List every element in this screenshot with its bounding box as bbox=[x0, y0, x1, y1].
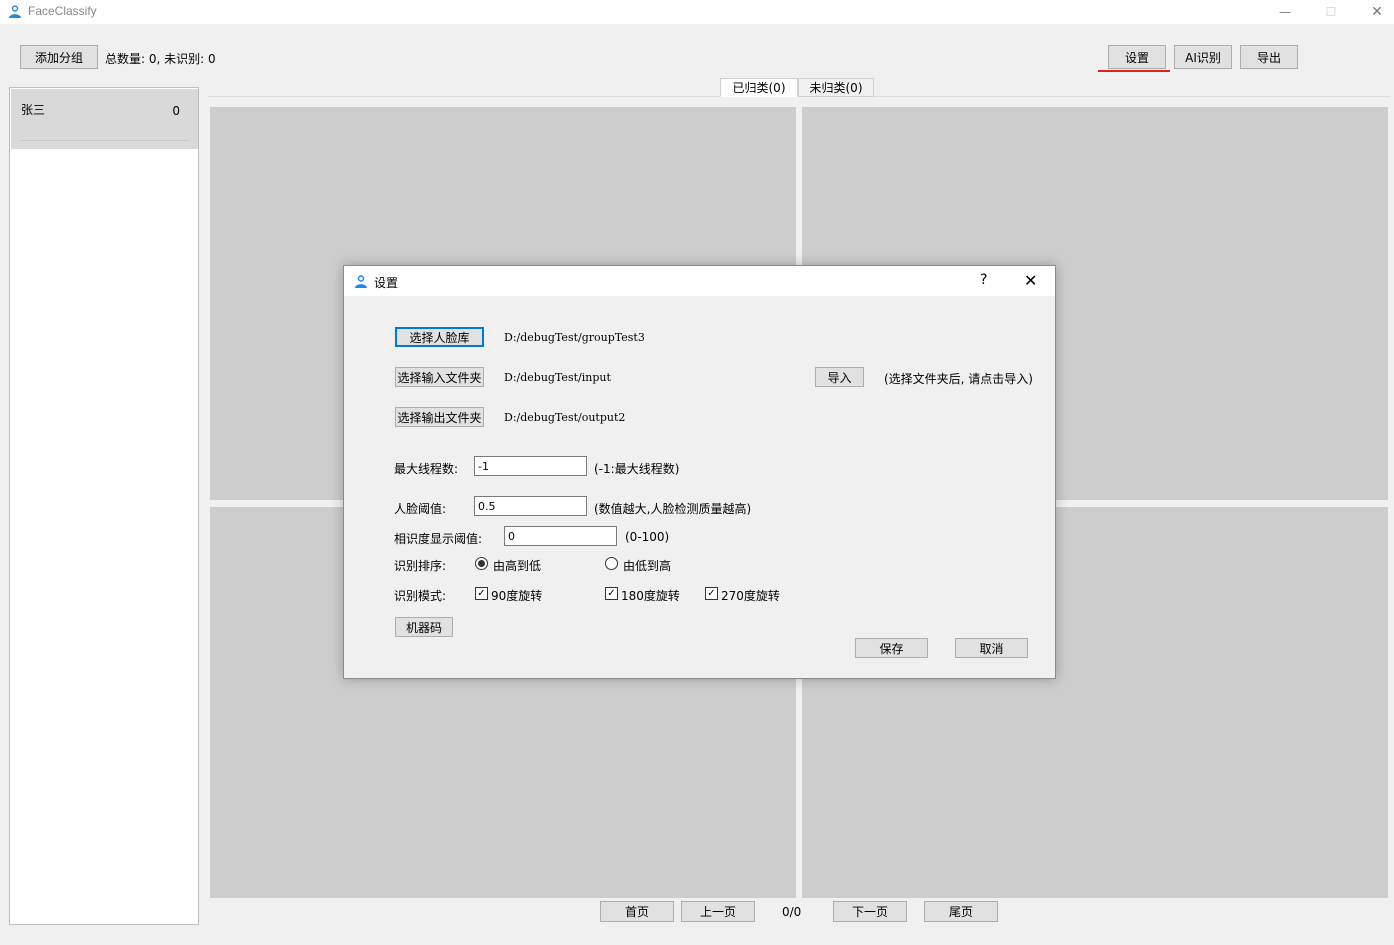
group-divider bbox=[21, 140, 189, 141]
cancel-button[interactable]: 取消 bbox=[955, 638, 1028, 658]
dialog-titlebar: 设置 ? ✕ bbox=[344, 266, 1055, 296]
next-page-button[interactable]: 下一页 bbox=[833, 901, 907, 922]
tab-unclassified[interactable]: 未归类(0) bbox=[798, 78, 874, 97]
rotate-270-label: 270度旋转 bbox=[721, 589, 780, 603]
select-output-folder-button[interactable]: 选择输出文件夹 bbox=[395, 407, 484, 427]
group-count: 0 bbox=[172, 104, 180, 118]
minimize-button[interactable]: — bbox=[1262, 0, 1308, 24]
output-folder-path: D:/debugTest/output2 bbox=[504, 411, 626, 424]
import-hint: (选择文件夹后, 请点击导入) bbox=[884, 372, 1033, 386]
close-button[interactable]: ✕ bbox=[1354, 0, 1394, 24]
sort-asc-radio[interactable] bbox=[605, 557, 618, 570]
sidebar-item-group[interactable]: 张三 0 bbox=[11, 89, 198, 149]
help-button[interactable]: ? bbox=[980, 272, 987, 288]
close-icon: ✕ bbox=[1371, 4, 1383, 20]
similarity-threshold-input[interactable] bbox=[504, 526, 617, 546]
last-page-button[interactable]: 尾页 bbox=[924, 901, 998, 922]
sort-asc-label: 由低到高 bbox=[623, 559, 672, 573]
face-threshold-hint: (数值越大,人脸检测质量越高) bbox=[594, 502, 752, 516]
settings-button[interactable]: 设置 bbox=[1108, 45, 1166, 69]
tab-classified[interactable]: 已归类(0) bbox=[720, 78, 798, 97]
face-db-path: D:/debugTest/groupTest3 bbox=[504, 331, 645, 344]
rotate-90-label: 90度旋转 bbox=[491, 589, 543, 603]
prev-page-button[interactable]: 上一页 bbox=[681, 901, 755, 922]
page-indicator: 0/0 bbox=[782, 905, 802, 919]
rotate-90-checkbox[interactable]: ✓ bbox=[475, 587, 488, 600]
maximize-icon: ☐ bbox=[1325, 5, 1337, 19]
machine-code-button[interactable]: 机器码 bbox=[395, 617, 453, 637]
face-threshold-label: 人脸阈值: bbox=[394, 502, 447, 516]
window-title: FaceClassify bbox=[28, 4, 97, 18]
input-folder-path: D:/debugTest/input bbox=[504, 371, 611, 384]
dialog-user-icon bbox=[355, 275, 367, 288]
similarity-threshold-hint: (0-100) bbox=[625, 530, 670, 544]
settings-dialog: 设置 ? ✕ 选择人脸库 D:/debugTest/groupTest3 选择输… bbox=[343, 265, 1056, 679]
settings-underline bbox=[1098, 70, 1170, 72]
dialog-close-button[interactable]: ✕ bbox=[1024, 271, 1037, 290]
mode-label: 识别模式: bbox=[394, 589, 447, 603]
group-sidebar: 张三 0 bbox=[9, 87, 199, 925]
rotate-180-checkbox[interactable]: ✓ bbox=[605, 587, 618, 600]
first-page-button[interactable]: 首页 bbox=[600, 901, 674, 922]
stats-label: 总数量: 0, 未识别: 0 bbox=[105, 52, 216, 66]
max-threads-label: 最大线程数: bbox=[394, 462, 459, 476]
ai-recognize-button[interactable]: AI识别 bbox=[1174, 45, 1232, 69]
export-button[interactable]: 导出 bbox=[1240, 45, 1298, 69]
dialog-title: 设置 bbox=[374, 276, 399, 290]
max-threads-input[interactable] bbox=[474, 456, 587, 476]
select-input-folder-button[interactable]: 选择输入文件夹 bbox=[395, 367, 484, 387]
sort-label: 识别排序: bbox=[394, 559, 447, 573]
sort-desc-label: 由高到低 bbox=[493, 559, 542, 573]
rotate-180-label: 180度旋转 bbox=[621, 589, 680, 603]
face-threshold-input[interactable] bbox=[474, 496, 587, 516]
save-button[interactable]: 保存 bbox=[855, 638, 928, 658]
similarity-threshold-label: 相识度显示阈值: bbox=[394, 532, 483, 546]
maximize-button[interactable]: ☐ bbox=[1308, 0, 1354, 24]
max-threads-hint: (-1:最大线程数) bbox=[594, 462, 680, 476]
app-user-icon bbox=[9, 5, 21, 18]
select-face-db-button[interactable]: 选择人脸库 bbox=[395, 327, 484, 347]
group-name: 张三 bbox=[21, 103, 46, 117]
sort-desc-radio[interactable] bbox=[475, 557, 488, 570]
add-group-button[interactable]: 添加分组 bbox=[20, 45, 98, 69]
import-button[interactable]: 导入 bbox=[815, 367, 864, 387]
minimize-icon: — bbox=[1279, 5, 1291, 19]
window-titlebar: FaceClassify — ☐ ✕ bbox=[0, 0, 1394, 24]
rotate-270-checkbox[interactable]: ✓ bbox=[705, 587, 718, 600]
